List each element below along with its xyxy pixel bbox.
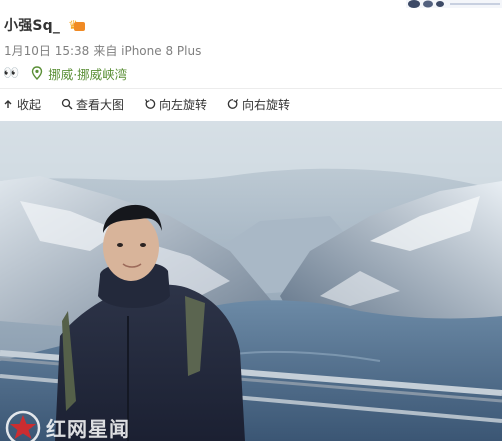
vip-crown-icon[interactable]: ♛: [68, 18, 86, 32]
post-photo[interactable]: 红网星闻: [0, 121, 502, 441]
post-source: 来自 iPhone 8 Plus: [93, 44, 202, 58]
view-large-button[interactable]: 查看大图: [61, 96, 124, 113]
view-large-label: 查看大图: [76, 97, 125, 112]
post-date[interactable]: 1月10日 15:38: [4, 42, 89, 59]
corner-logo-fragment: [406, 0, 502, 8]
post-meta: 1月10日 15:38 来自 iPhone 8 Plus: [4, 42, 201, 59]
rotate-right-button[interactable]: 向右旋转: [227, 96, 290, 113]
collapse-button[interactable]: 收起: [2, 96, 41, 113]
rotate-right-label: 向右旋转: [242, 97, 291, 112]
rotate-left-icon: [145, 99, 156, 109]
star-logo-icon: [5, 410, 41, 441]
watermark: 红网星闻: [4, 409, 130, 441]
rotate-right-icon: [227, 99, 239, 109]
username[interactable]: 小强Sq_: [4, 15, 60, 35]
magnifier-icon: [61, 98, 73, 110]
collapse-label: 收起: [17, 97, 42, 112]
location-row: 👀 挪威·挪威峡湾: [3, 64, 127, 82]
fjord-portrait-image: [0, 121, 502, 441]
collapse-arrow-icon: [4, 100, 12, 108]
rotate-left-button[interactable]: 向左旋转: [144, 96, 207, 113]
image-toolbar: 收起 查看大图 向左旋转 向右旋转: [2, 95, 310, 113]
watermark-text: 红网星闻: [46, 416, 130, 441]
location-link[interactable]: 挪威·挪威峡湾: [48, 64, 127, 83]
divider: [0, 88, 502, 89]
rotate-left-label: 向左旋转: [159, 97, 208, 112]
eyes-emoji: 👀: [3, 65, 19, 81]
location-pin-icon: [31, 66, 43, 80]
post-header: 小强Sq_ ♛: [4, 14, 86, 36]
